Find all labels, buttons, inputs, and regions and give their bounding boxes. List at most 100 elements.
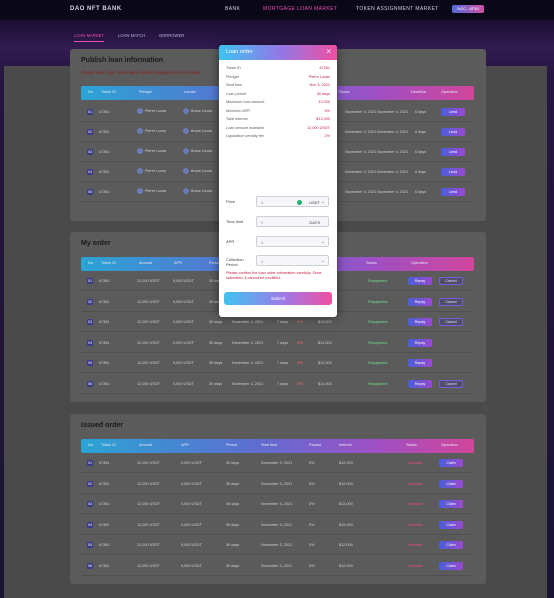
row-index: 06: [87, 380, 93, 387]
repay-button[interactable]: Repay: [408, 318, 432, 326]
collection-period-select[interactable]: 0 ⌄: [256, 255, 329, 266]
cancel-button[interactable]: Cancel: [439, 318, 463, 326]
info-label: Loan amount available: [226, 125, 265, 130]
row-index: 05: [87, 542, 93, 548]
cancel-button[interactable]: Cancel: [439, 277, 463, 285]
modal-info-row: Token ID #7361: [226, 65, 330, 73]
top-navbar: DAO NFT BANK BANK MORTGAGE LOAN MARKET T…: [0, 0, 554, 20]
repay-button[interactable]: Repay: [408, 379, 432, 388]
period: 30 days: [226, 461, 240, 465]
info-value: 30 days: [316, 91, 330, 96]
row-index: 02: [87, 298, 93, 305]
col-no: No.: [88, 443, 94, 447]
amount: 12,000 USDT: [137, 563, 161, 568]
claim-button[interactable]: Claim: [439, 541, 463, 549]
lend-button[interactable]: Lend: [441, 168, 465, 176]
chevron-down-icon[interactable]: ⌄: [321, 258, 325, 264]
interest: $12,000: [318, 381, 332, 386]
repay-button[interactable]: Repay: [408, 277, 432, 285]
claim-button[interactable]: Claim: [439, 479, 463, 488]
start-time: November 3, 2021: [345, 110, 377, 114]
token-id: #7361: [99, 543, 110, 547]
token-id: #7361: [99, 522, 110, 527]
row-index: 02: [87, 480, 93, 487]
start-time: November 3, 2021: [232, 340, 264, 345]
modal-header: Loan order ×: [219, 45, 337, 60]
close-icon[interactable]: ×: [326, 47, 331, 56]
period: 30 days: [226, 563, 240, 568]
cancel-button[interactable]: Cancel: [439, 297, 463, 306]
col-operation: Operation: [441, 90, 458, 94]
token-id: #7361: [99, 340, 110, 345]
col-status: Status: [366, 261, 377, 265]
deadline: 7 days: [277, 361, 289, 365]
time-limit-unit: DAYS: [309, 220, 320, 225]
row-index: 01: [87, 109, 93, 115]
tab-loan-market[interactable]: LOAN MARKET: [74, 33, 105, 42]
claim-button[interactable]: Claim: [439, 500, 463, 508]
price-input[interactable]: 0 USDT ⌄: [256, 196, 329, 207]
lender-name: Bruce Lucas: [191, 169, 213, 173]
token-id: #7361: [99, 279, 110, 283]
token-id: #7361: [99, 563, 110, 568]
tab-borrower[interactable]: BORROWER: [159, 33, 184, 42]
repaid: 5%: [309, 563, 315, 568]
lend-button[interactable]: Lend: [441, 188, 465, 196]
apr-select[interactable]: 0 ⌄: [256, 236, 329, 247]
amount: 12,000 USDT: [137, 502, 161, 506]
pledger-name: Pierre Lucas: [145, 129, 167, 133]
modal-title: Loan order: [226, 49, 253, 55]
status: 6 days: [415, 130, 427, 134]
modal-info-row: Minimum APR 5%: [226, 108, 330, 116]
tab-loan-match[interactable]: LOAN MATCH: [118, 33, 145, 42]
repaid: 5%: [297, 361, 303, 365]
pledger: Pierre Lucas: [137, 108, 166, 114]
lend-button[interactable]: Lend: [441, 108, 465, 116]
interest: $12,000: [318, 340, 332, 345]
period: 30 days: [226, 522, 240, 527]
claim-button[interactable]: Claim: [439, 561, 463, 570]
repay-button[interactable]: Repay: [408, 297, 432, 306]
lend-button[interactable]: Lend: [441, 148, 465, 156]
chevron-down-icon[interactable]: ⌄: [321, 199, 325, 205]
pledger-name: Pierre Lucas: [145, 189, 167, 193]
repay-button[interactable]: Repay: [408, 338, 432, 347]
status: Repayment: [368, 299, 388, 304]
row-index: 01: [87, 460, 93, 466]
wallet-button[interactable]: 0x2C...6F3D: [452, 5, 484, 13]
avatar: [183, 108, 189, 114]
nav-mortgage-loan-market[interactable]: MORTGAGE LOAN MARKET: [263, 6, 337, 12]
status: Repayment: [368, 361, 388, 365]
repaid: 5%: [309, 461, 315, 465]
col-start: Start time: [261, 443, 278, 447]
apr: 5,000 USDT: [173, 361, 194, 365]
deadline: November 4, 2021: [377, 190, 409, 194]
lend-button[interactable]: Lend: [441, 128, 465, 136]
row-index: 05: [87, 189, 93, 195]
amount: 12,000 USDT: [137, 361, 161, 365]
deadline: November 4, 2021: [377, 130, 409, 134]
nav-bank[interactable]: BANK: [225, 6, 240, 12]
brand-logo[interactable]: DAO NFT BANK: [70, 6, 122, 12]
nav-token-assignment-market[interactable]: TOKEN ASSIGNMENT MARKET: [356, 6, 439, 12]
col-pledger: Pledger: [139, 90, 153, 94]
start-time: November 3, 2021: [232, 361, 264, 365]
time-limit-input[interactable]: 0 DAYS: [256, 216, 329, 227]
period: 30 days: [209, 361, 223, 365]
modal-info-row: Pledger Pierre Lucas: [226, 74, 330, 82]
collection-period-label: Collection Period: [226, 257, 244, 267]
cancel-button[interactable]: Cancel: [439, 379, 463, 388]
claim-button[interactable]: Claim: [439, 520, 463, 529]
start-time: November 3, 2021: [261, 543, 293, 547]
chevron-down-icon[interactable]: ⌄: [321, 239, 325, 245]
claim-button[interactable]: Claim: [439, 459, 463, 467]
info-label: Token ID: [226, 66, 241, 70]
submit-button[interactable]: Submit: [224, 292, 332, 305]
my-order-title: My order: [81, 240, 111, 247]
info-value: Nov 3, 2021: [309, 83, 330, 87]
modal-info-row: Loan amount available 12,000 USDT: [226, 125, 330, 133]
token-id: #7361: [99, 461, 110, 465]
start-time: November 3, 2021: [261, 522, 293, 527]
lender: Bruce Lucas: [183, 188, 212, 194]
repay-button[interactable]: Repay: [408, 359, 432, 367]
